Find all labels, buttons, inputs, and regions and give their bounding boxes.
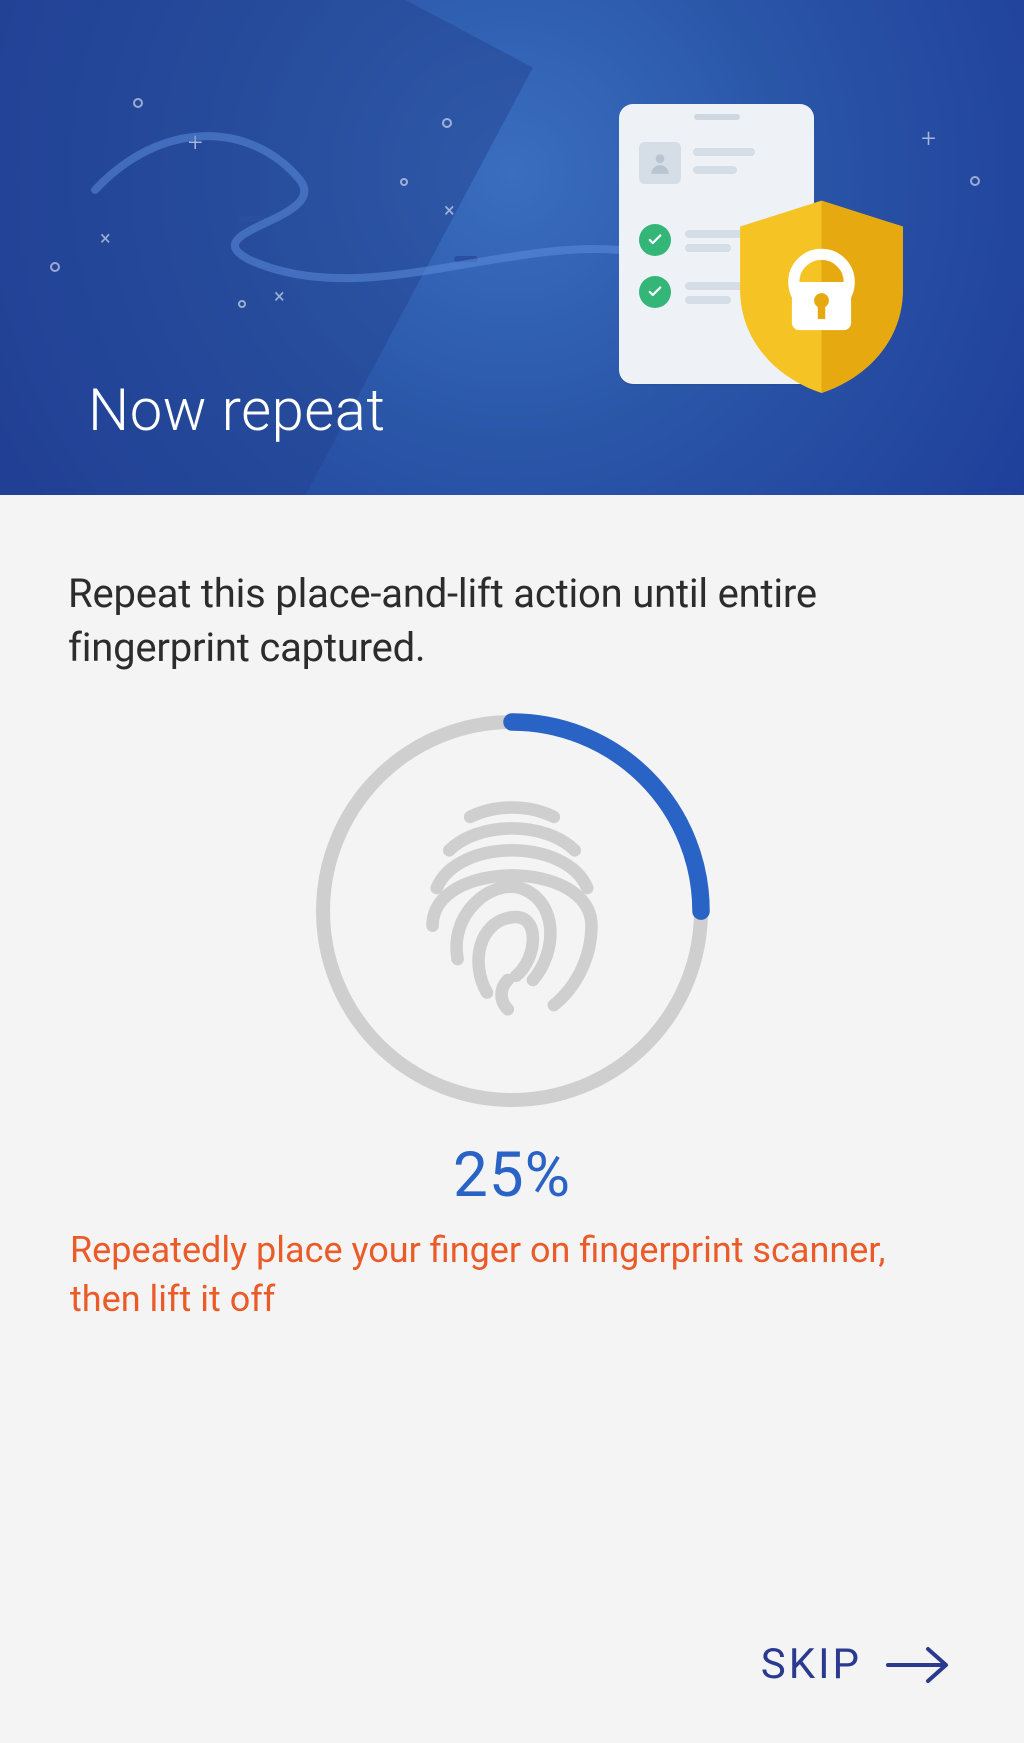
sparkle-x-icon: × <box>100 228 111 248</box>
sparkle-dot-icon <box>400 178 408 186</box>
hint-text: Repeatedly place your finger on fingerpr… <box>68 1226 956 1323</box>
sparkle-dot-icon <box>238 300 246 308</box>
instruction-text: Repeat this place-and-lift action until … <box>68 567 956 675</box>
arrow-right-icon <box>884 1643 954 1687</box>
content-area: Repeat this place-and-lift action until … <box>0 495 1024 1743</box>
hero-banner: + + × × × Now repeat <box>0 0 1024 495</box>
fingerprint-progress <box>302 701 722 1121</box>
sparkle-dot-icon <box>970 176 980 186</box>
progress-percent-label: 25% <box>453 1139 571 1212</box>
avatar-placeholder-icon <box>639 142 681 184</box>
sparkle-plus-icon: + <box>188 130 203 156</box>
sparkle-dash-icon <box>238 216 268 222</box>
sparkle-dash-icon <box>454 256 478 262</box>
fingerprint-icon <box>407 796 617 1026</box>
sparkle-plus-icon: + <box>921 126 936 152</box>
skip-button-label: SKIP <box>761 1640 862 1689</box>
check-circle-icon <box>639 224 671 256</box>
check-circle-icon <box>639 276 671 308</box>
sparkle-x-icon: × <box>444 200 455 220</box>
sparkle-x-icon: × <box>274 286 285 306</box>
hero-title: Now repeat <box>88 377 386 445</box>
skip-button[interactable]: SKIP <box>761 1640 954 1689</box>
shield-lock-icon <box>729 190 914 400</box>
sparkle-dot-icon <box>50 262 60 272</box>
sparkle-dot-icon <box>442 118 452 128</box>
sparkle-dot-icon <box>133 98 143 108</box>
